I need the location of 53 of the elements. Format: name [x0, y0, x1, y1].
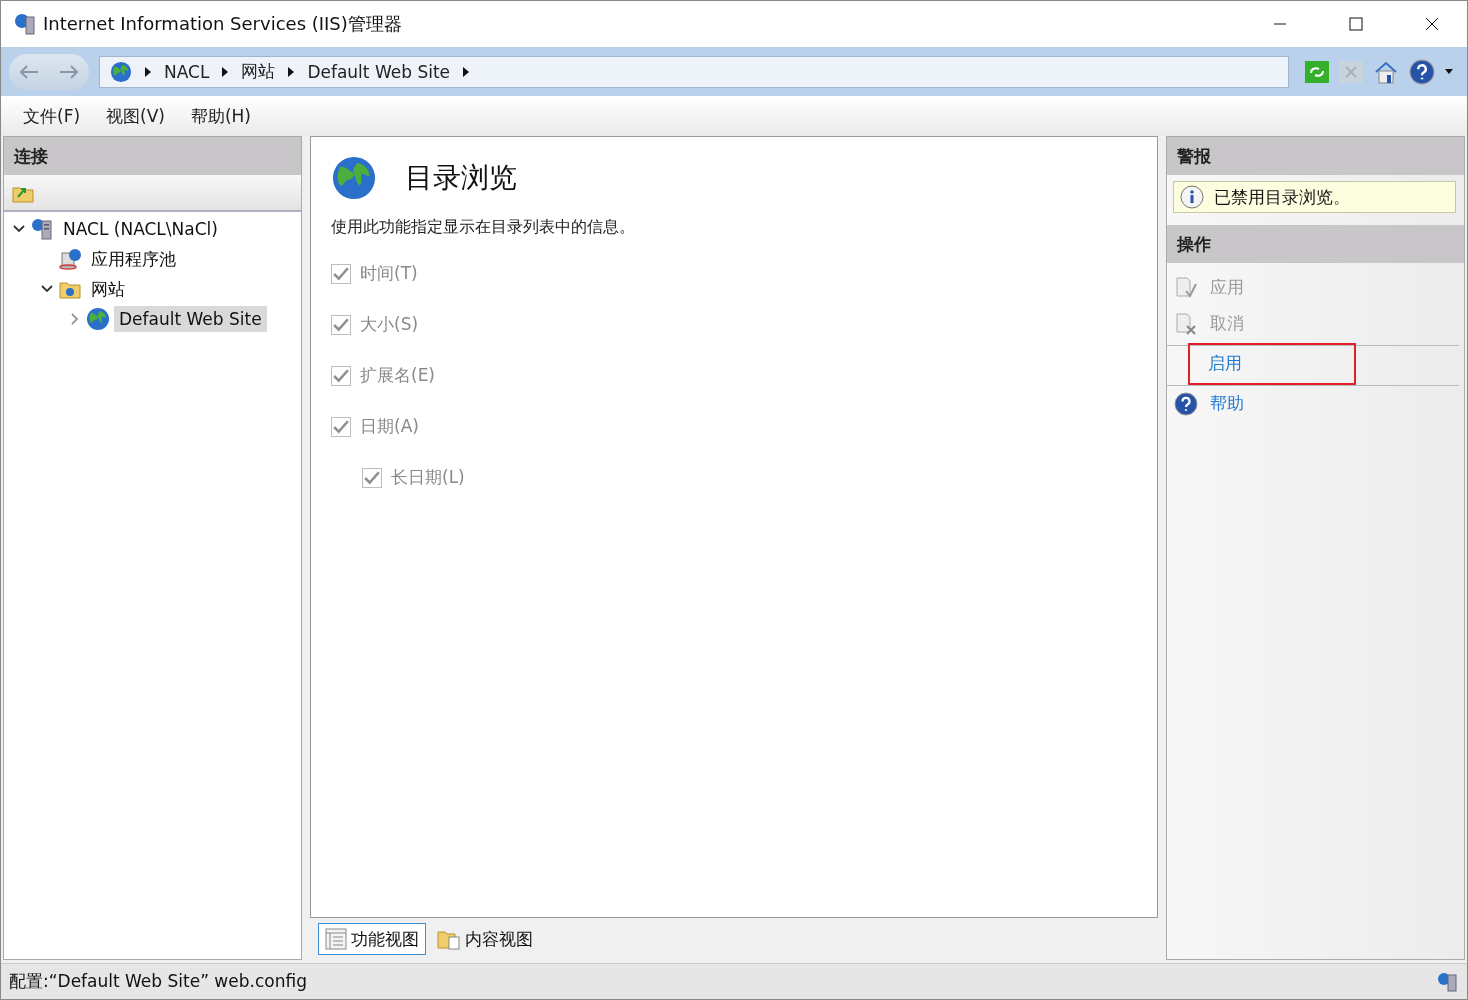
help-icon — [1174, 391, 1198, 416]
panel-title: 连接 — [4, 137, 301, 175]
breadcrumb-item[interactable]: 网站 — [241, 60, 276, 83]
menu-item[interactable]: 帮助(H) — [180, 100, 261, 132]
breadcrumb-arrow-icon — [144, 66, 152, 77]
breadcrumb-arrow-icon — [287, 66, 296, 77]
breadcrumb-arrow-icon — [221, 66, 230, 77]
status-text: 配置:“Default Web Site” web.config — [9, 970, 307, 993]
checkbox-label: 大小(S) — [360, 313, 419, 336]
checkbox-label: 日期(A) — [360, 415, 419, 438]
address-bar[interactable]: NACL 网站 Default Web Site — [99, 55, 1289, 88]
tree-item[interactable]: NACL (NACL\NaCl) — [58, 216, 223, 242]
app-pool-icon — [58, 248, 82, 270]
back-arrow-icon[interactable] — [18, 63, 40, 80]
help-icon[interactable] — [1409, 58, 1435, 85]
home-icon[interactable] — [1373, 59, 1399, 84]
checkbox-label: 扩展名(E) — [360, 364, 435, 387]
tree-item[interactable]: 网站 — [86, 274, 130, 304]
maximize-icon[interactable] — [1349, 17, 1363, 31]
server-icon — [30, 218, 54, 240]
action-link[interactable]: 启用 — [1188, 342, 1356, 385]
tree-item[interactable]: Default Web Site — [114, 306, 267, 332]
globe-icon — [86, 307, 110, 331]
feature-description: 使用此功能指定显示在目录列表中的信息。 — [331, 217, 636, 238]
menu-item[interactable]: 视图(V) — [96, 100, 175, 132]
server-icon — [1437, 971, 1459, 992]
checkbox-label: 长日期(L) — [391, 466, 465, 489]
alert-text: 已禁用目录浏览。 — [1214, 185, 1350, 209]
breadcrumb-arrow-icon — [462, 66, 470, 77]
grid-list-icon — [325, 928, 347, 950]
folder-document-icon — [437, 928, 461, 950]
view-tab[interactable]: 功能视图 — [318, 923, 426, 955]
forward-arrow-icon[interactable] — [58, 63, 80, 80]
info-icon — [1180, 185, 1204, 209]
panel-title: 操作 — [1167, 225, 1464, 263]
feature-title: 目录浏览 — [405, 160, 517, 196]
checkbox-label: 时间(T) — [360, 262, 418, 285]
action-link[interactable]: 帮助 — [1208, 386, 1246, 421]
panel-title: 警报 — [1167, 137, 1464, 175]
window-title: Internet Information Services (IIS)管理器 — [43, 12, 403, 36]
globe-icon — [331, 155, 377, 201]
view-tab[interactable]: 内容视图 — [430, 923, 540, 955]
menu-item[interactable]: 文件(F) — [13, 100, 91, 132]
refresh-icon[interactable] — [1305, 60, 1329, 83]
dropdown-caret-icon[interactable] — [1445, 68, 1453, 75]
app-icon — [13, 12, 37, 36]
breadcrumb-item[interactable]: NACL — [164, 61, 210, 82]
breadcrumb-item[interactable]: Default Web Site — [307, 61, 450, 82]
document-check-icon — [1174, 275, 1198, 300]
document-cross-icon — [1174, 311, 1198, 336]
tree-item[interactable]: 应用程序池 — [86, 244, 181, 274]
close-icon[interactable] — [1425, 17, 1439, 31]
globe-icon — [110, 60, 132, 83]
